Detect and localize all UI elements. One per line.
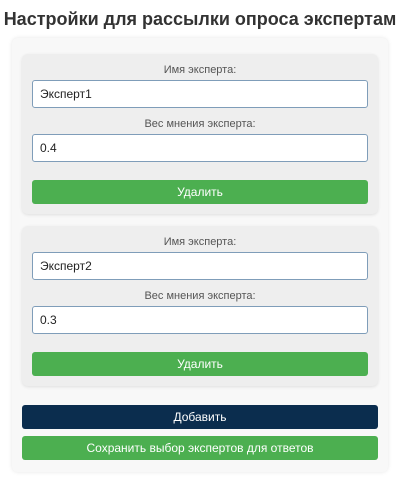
expert-card: Имя эксперта: Вес мнения эксперта: Удали… [22,54,378,214]
expert-weight-input[interactable] [32,306,368,334]
expert-weight-label: Вес мнения эксперта: [144,118,256,130]
expert-card: Имя эксперта: Вес мнения эксперта: Удали… [22,226,378,386]
save-experts-button[interactable]: Сохранить выбор экспертов для ответов [22,436,378,460]
expert-name-label: Имя эксперта: [163,236,237,248]
delete-expert-button[interactable]: Удалить [32,180,368,204]
expert-name-input[interactable] [32,80,368,108]
expert-weight-input[interactable] [32,134,368,162]
expert-name-input[interactable] [32,252,368,280]
experts-form: Имя эксперта: Вес мнения эксперта: Удали… [12,38,388,472]
delete-expert-button[interactable]: Удалить [32,352,368,376]
page-title: Настройки для рассылки опроса экспертам [3,9,397,29]
expert-weight-label: Вес мнения эксперта: [144,290,256,302]
add-expert-button[interactable]: Добавить [22,405,378,429]
expert-name-label: Имя эксперта: [163,64,237,76]
